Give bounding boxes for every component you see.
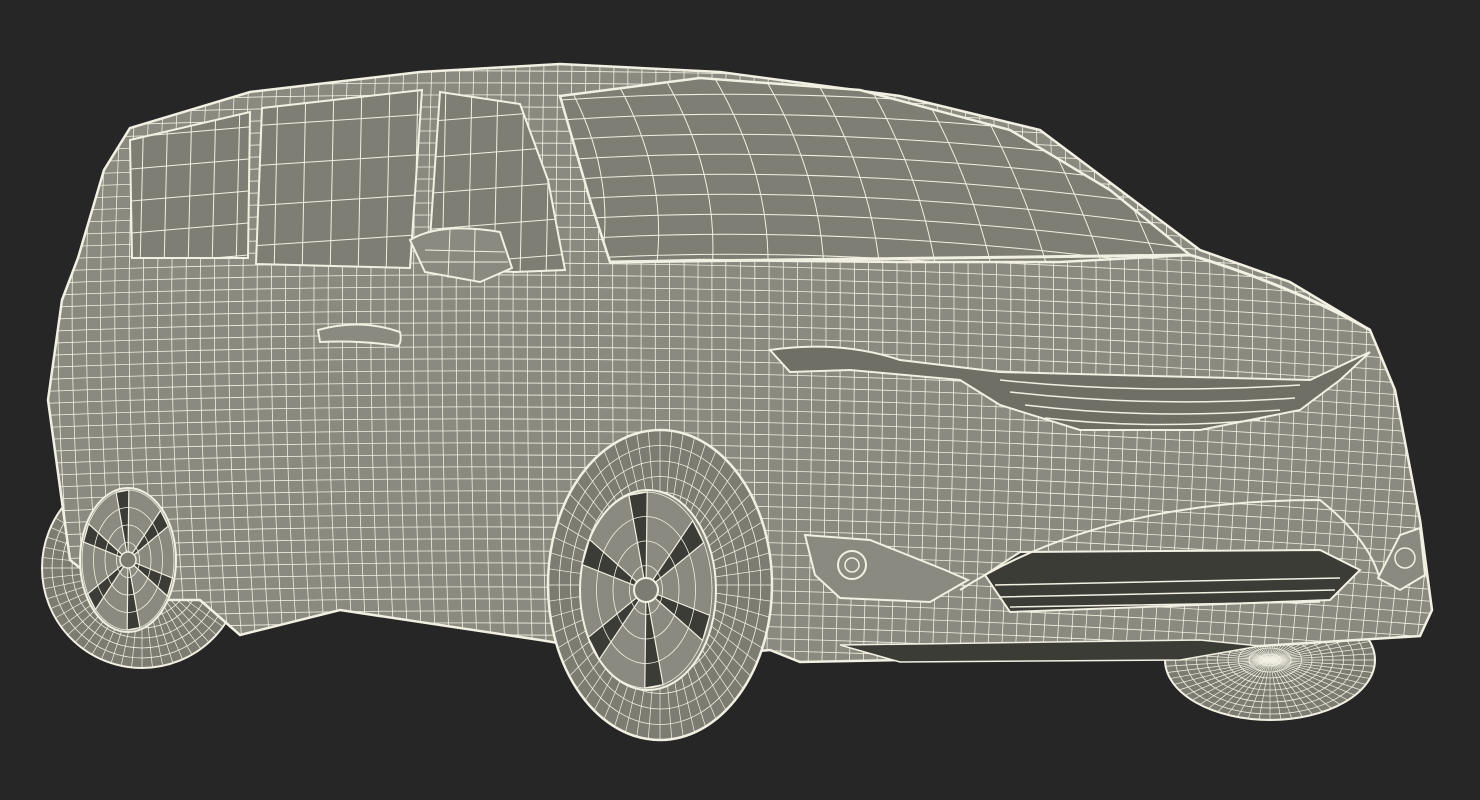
sliding-door-window [255,89,423,269]
rear-left-rim [79,487,177,633]
viewport [0,0,1480,800]
minivan-wireframe [41,62,1434,742]
front-left-wheel [546,428,774,742]
